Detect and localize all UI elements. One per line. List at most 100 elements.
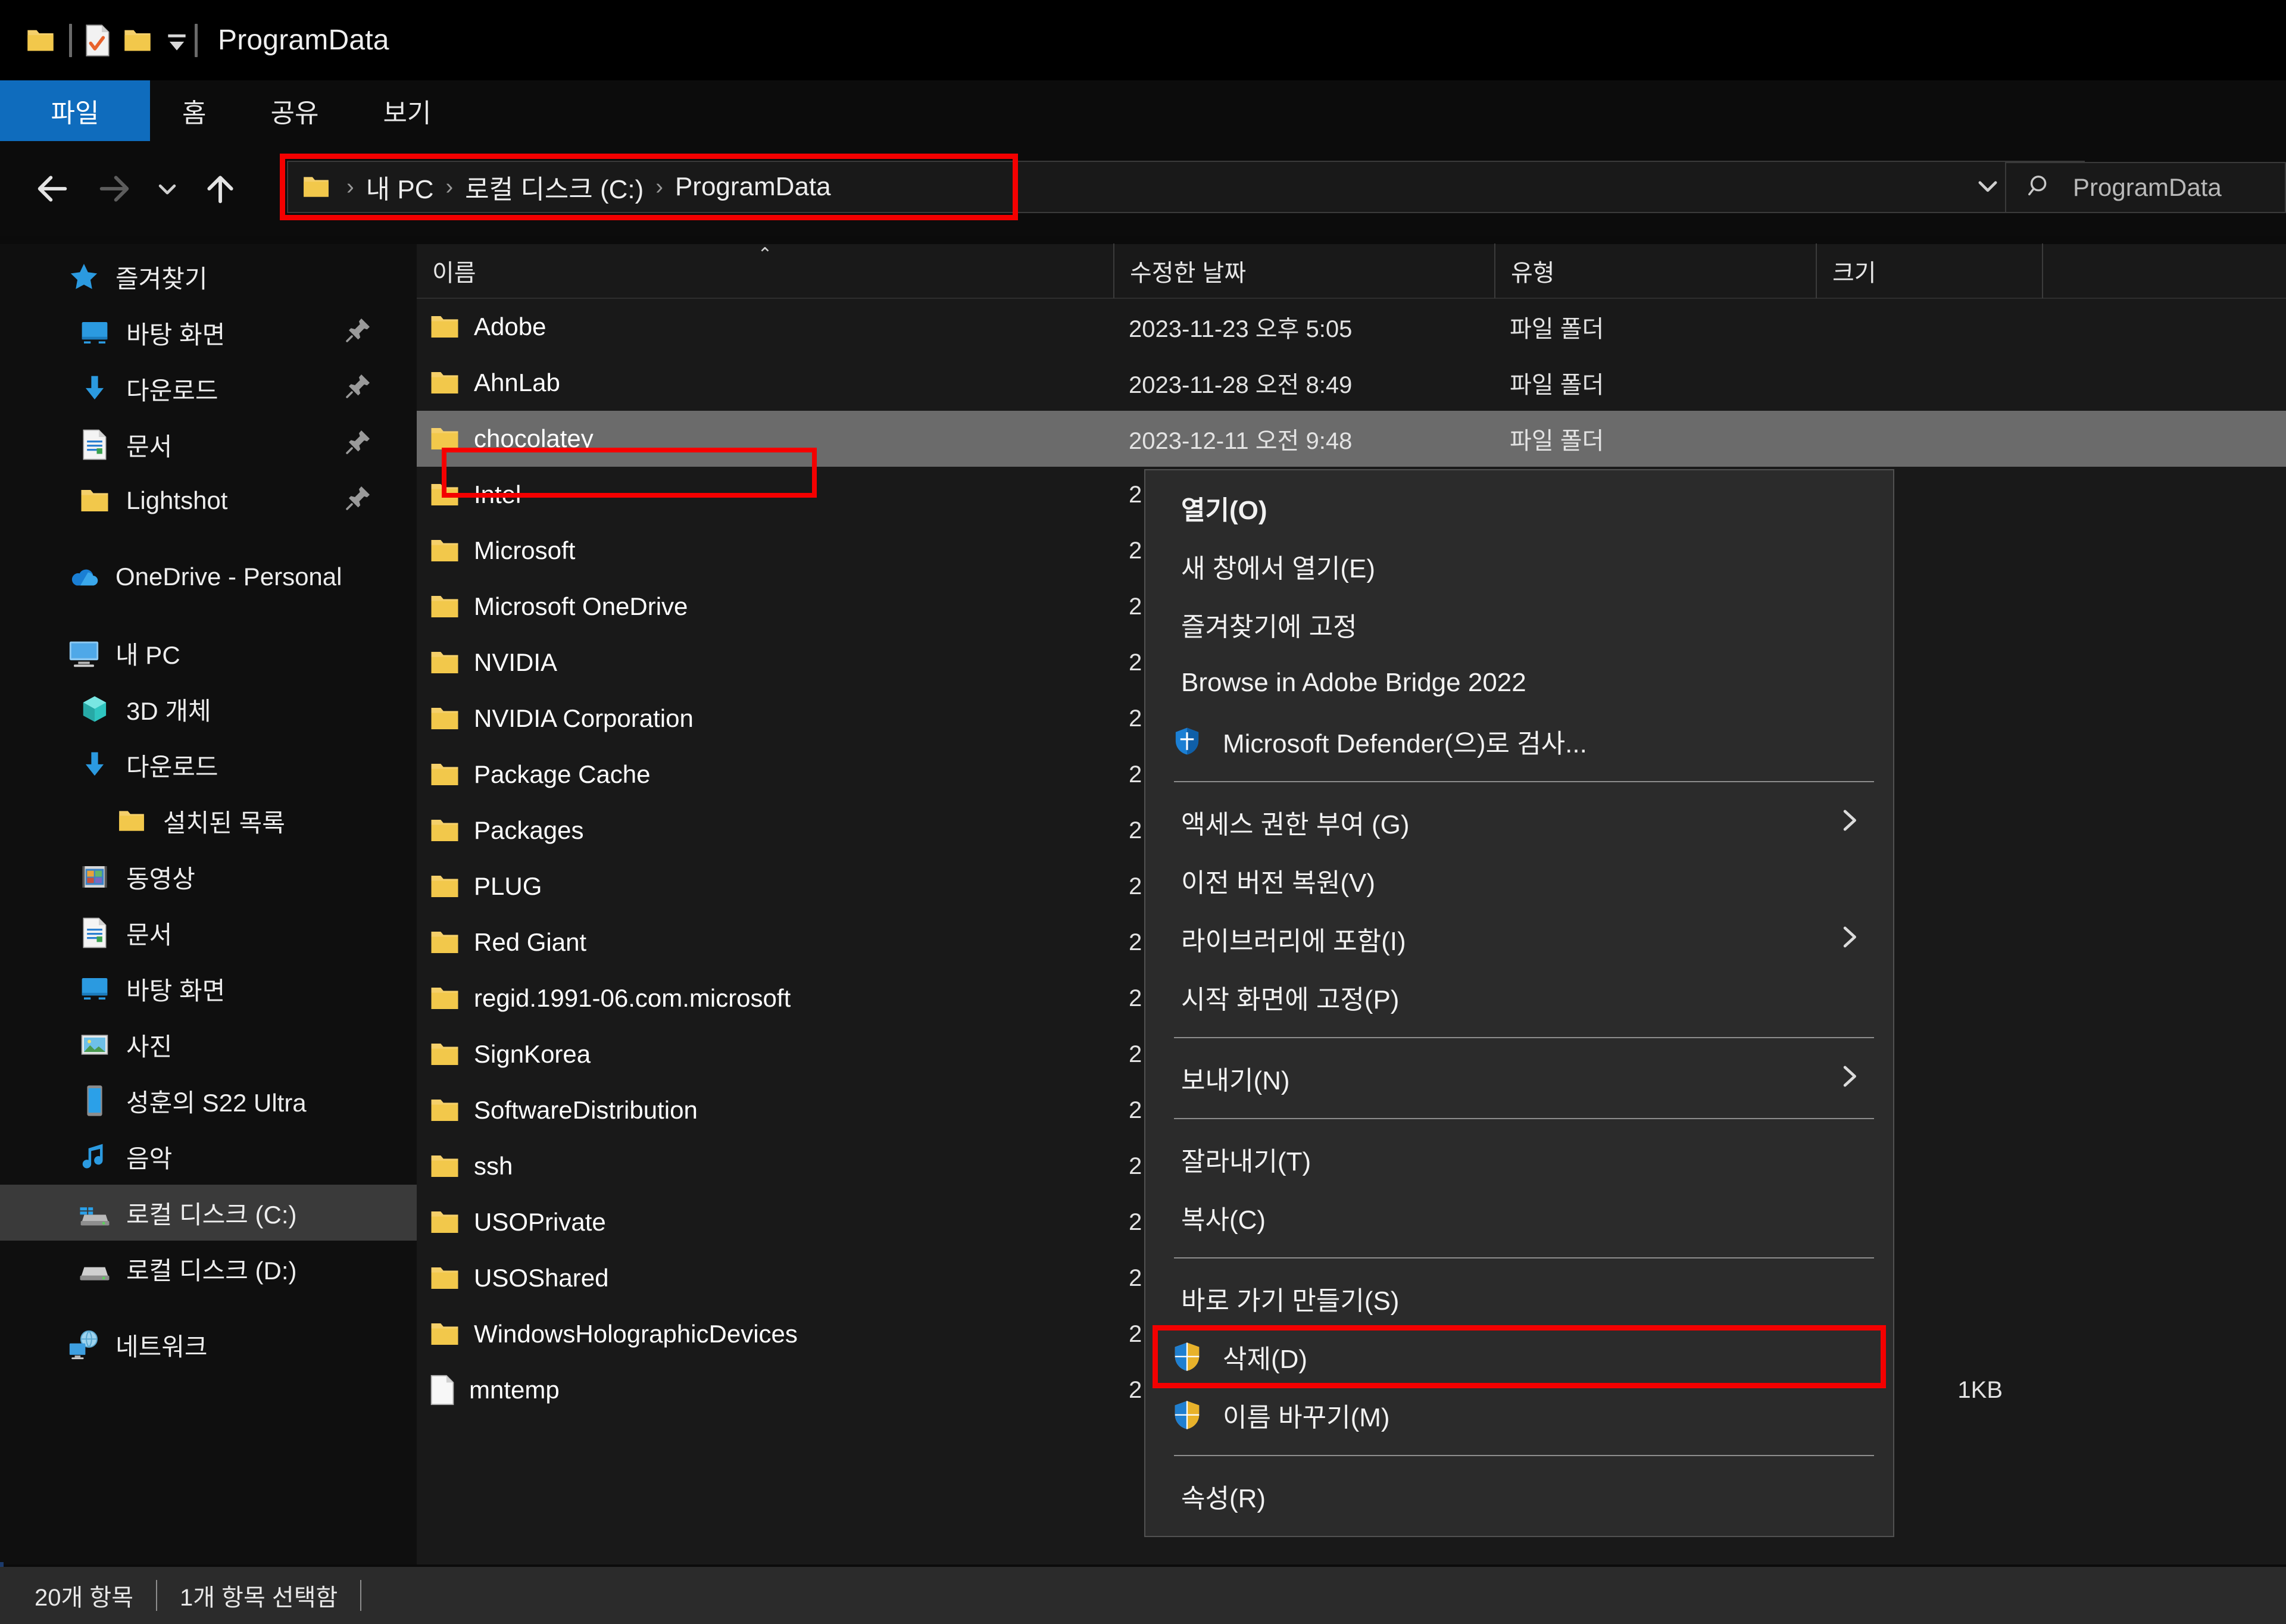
sidebar-item-downloads[interactable]: 다운로드: [0, 361, 417, 417]
pin-icon[interactable]: [344, 427, 373, 462]
file-name-label: Intel: [474, 480, 521, 508]
file-name-label: AhnLab: [474, 368, 560, 396]
file-name-cell[interactable]: ssh: [417, 1150, 1113, 1182]
menu-item[interactable]: 즐겨찾기에 고정: [1145, 595, 1893, 654]
star-icon: [65, 258, 102, 295]
sidebar-label: 즐겨찾기: [115, 264, 208, 293]
table-row[interactable]: Adobe 2023-11-23 오후 5:05 파일 폴더: [417, 299, 2286, 355]
menu-item[interactable]: 바로 가기 만들기(S): [1145, 1269, 1893, 1328]
sidebar-item-music[interactable]: 음악: [0, 1129, 417, 1185]
file-name-cell[interactable]: Adobe: [417, 311, 1113, 343]
context-menu[interactable]: 열기(O) 새 창에서 열기(E) 즐겨찾기에 고정 Browse in Adobe …: [1144, 469, 1894, 1537]
menu-item[interactable]: Browse in Adobe Bridge 2022: [1145, 654, 1893, 712]
address-bar[interactable]: › 내 PC › 로컬 디스크 (C:) › ProgramData: [287, 161, 2085, 213]
uac-shield-icon: [1170, 1398, 1204, 1432]
tab-share[interactable]: 공유: [238, 80, 351, 141]
file-name-cell[interactable]: regid.1991-06.com.microsoft: [417, 982, 1113, 1014]
column-header-size[interactable]: 크기: [1816, 243, 2042, 298]
sidebar-group-favorites[interactable]: 즐겨찾기: [0, 249, 417, 305]
recent-locations-chevron-down-icon[interactable]: [145, 158, 189, 220]
breadcrumb-item-this-pc[interactable]: 내 PC: [366, 168, 434, 206]
menu-item[interactable]: 라이브러리에 포함(I): [1145, 910, 1893, 968]
sidebar-item-this-pc[interactable]: 내 PC: [0, 625, 417, 681]
file-name-cell[interactable]: mntemp: [417, 1373, 1113, 1407]
menu-item[interactable]: 속성(R): [1145, 1467, 1893, 1525]
sidebar-item-pictures[interactable]: 사진: [0, 1017, 417, 1073]
sidebar-item-documents[interactable]: 문서: [0, 417, 417, 473]
file-name-cell[interactable]: Red Giant: [417, 926, 1113, 958]
file-name-label: Red Giant: [474, 928, 587, 956]
sidebar-label: 동영상: [126, 864, 195, 893]
sidebar-item-videos[interactable]: 동영상: [0, 849, 417, 905]
address-dropdown-chevron-down-icon[interactable]: [1975, 173, 2000, 201]
file-name-cell[interactable]: SignKorea: [417, 1038, 1113, 1070]
file-name-cell[interactable]: NVIDIA Corporation: [417, 702, 1113, 735]
folder-icon[interactable]: [25, 25, 56, 56]
customize-caret-icon[interactable]: [165, 29, 189, 52]
status-bar: 20개 항목 1개 항목 선택함: [0, 1567, 2286, 1624]
menu-item[interactable]: 새 창에서 열기(E): [1145, 537, 1893, 595]
menu-item[interactable]: 삭제(D): [1145, 1328, 1893, 1386]
file-name-cell[interactable]: Packages: [417, 814, 1113, 847]
sidebar-item-desktop[interactable]: 바탕 화면: [0, 305, 417, 361]
sidebar-item-phone-s22-ultra[interactable]: 성훈의 S22 Ultra: [0, 1073, 417, 1129]
menu-item[interactable]: 보내기(N): [1145, 1049, 1893, 1107]
column-header-type[interactable]: 유형: [1494, 243, 1816, 298]
column-header-extra[interactable]: [2042, 243, 2137, 298]
tab-view[interactable]: 보기: [351, 80, 463, 141]
breadcrumb-item-local-disk-c[interactable]: 로컬 디스크 (C:): [465, 168, 644, 206]
file-name-cell[interactable]: Microsoft: [417, 535, 1113, 567]
menu-item[interactable]: 열기(O): [1145, 479, 1893, 537]
menu-item[interactable]: 복사(C): [1145, 1188, 1893, 1247]
sidebar-item-documents-pc[interactable]: 문서: [0, 905, 417, 961]
menu-item[interactable]: 액세스 권한 부여 (G): [1145, 793, 1893, 851]
new-folder-icon[interactable]: [122, 25, 153, 56]
menu-item[interactable]: 이전 버전 복원(V): [1145, 851, 1893, 910]
forward-button[interactable]: [83, 158, 145, 220]
file-name-cell[interactable]: SoftwareDistribution: [417, 1094, 1113, 1126]
navigation-sidebar[interactable]: 즐겨찾기 바탕 화면 다운로드 문서 Lightshot OneDrive - …: [0, 244, 417, 1567]
properties-icon[interactable]: [83, 24, 113, 57]
table-row[interactable]: AhnLab 2023-11-28 오전 8:49 파일 폴더: [417, 355, 2286, 411]
back-button[interactable]: [21, 158, 83, 220]
file-name-cell[interactable]: chocolatey: [417, 423, 1113, 455]
file-name-label: ssh: [474, 1152, 513, 1180]
file-name-cell[interactable]: Intel: [417, 479, 1113, 511]
file-name-label: SignKorea: [474, 1040, 591, 1068]
breadcrumb-item-programdata[interactable]: ProgramData: [675, 172, 831, 202]
sidebar-item-3d-objects[interactable]: 3D 개체: [0, 681, 417, 737]
menu-item[interactable]: 잘라내기(T): [1145, 1130, 1893, 1188]
sidebar-item-downloads-pc[interactable]: 다운로드: [0, 737, 417, 793]
sidebar-item-local-disk-c[interactable]: 로컬 디스크 (C:): [0, 1185, 417, 1241]
file-name-cell[interactable]: USOShared: [417, 1262, 1113, 1294]
file-name-cell[interactable]: NVIDIA: [417, 647, 1113, 679]
ribbon-tab-bar: 파일 홈 공유 보기: [0, 80, 2286, 141]
menu-item[interactable]: Microsoft Defender(으)로 검사...: [1145, 712, 1893, 770]
pin-icon[interactable]: [344, 371, 373, 406]
sidebar-item-desktop-pc[interactable]: 바탕 화면: [0, 961, 417, 1017]
search-input[interactable]: ProgramData: [2005, 162, 2286, 213]
file-name-cell[interactable]: AhnLab: [417, 367, 1113, 399]
pin-icon[interactable]: [344, 316, 373, 350]
menu-divider: [1174, 1455, 1874, 1456]
column-header-date[interactable]: 수정한 날짜: [1113, 243, 1494, 298]
sidebar-item-onedrive[interactable]: OneDrive - Personal: [0, 549, 417, 605]
tab-file[interactable]: 파일: [0, 80, 150, 141]
sidebar-item-lightshot[interactable]: Lightshot: [0, 473, 417, 529]
table-row[interactable]: chocolatey 2023-12-11 오전 9:48 파일 폴더: [417, 411, 2286, 467]
file-name-cell[interactable]: WindowsHolographicDevices: [417, 1318, 1113, 1350]
file-name-label: Microsoft OneDrive: [474, 592, 688, 620]
pin-icon[interactable]: [344, 483, 373, 518]
sidebar-item-installed-list[interactable]: 설치된 목록: [0, 793, 417, 849]
file-name-cell[interactable]: Package Cache: [417, 758, 1113, 791]
file-name-cell[interactable]: Microsoft OneDrive: [417, 591, 1113, 623]
file-name-cell[interactable]: PLUG: [417, 870, 1113, 902]
menu-item[interactable]: 시작 화면에 고정(P): [1145, 968, 1893, 1026]
up-button[interactable]: [189, 158, 251, 220]
menu-item[interactable]: 이름 바꾸기(M): [1145, 1386, 1893, 1444]
sidebar-item-local-disk-d[interactable]: 로컬 디스크 (D:): [0, 1241, 417, 1297]
sidebar-item-network[interactable]: 네트워크: [0, 1317, 417, 1373]
tab-home[interactable]: 홈: [150, 80, 238, 141]
column-header-name[interactable]: 이름 ⌃: [417, 243, 1113, 298]
file-name-cell[interactable]: USOPrivate: [417, 1206, 1113, 1238]
